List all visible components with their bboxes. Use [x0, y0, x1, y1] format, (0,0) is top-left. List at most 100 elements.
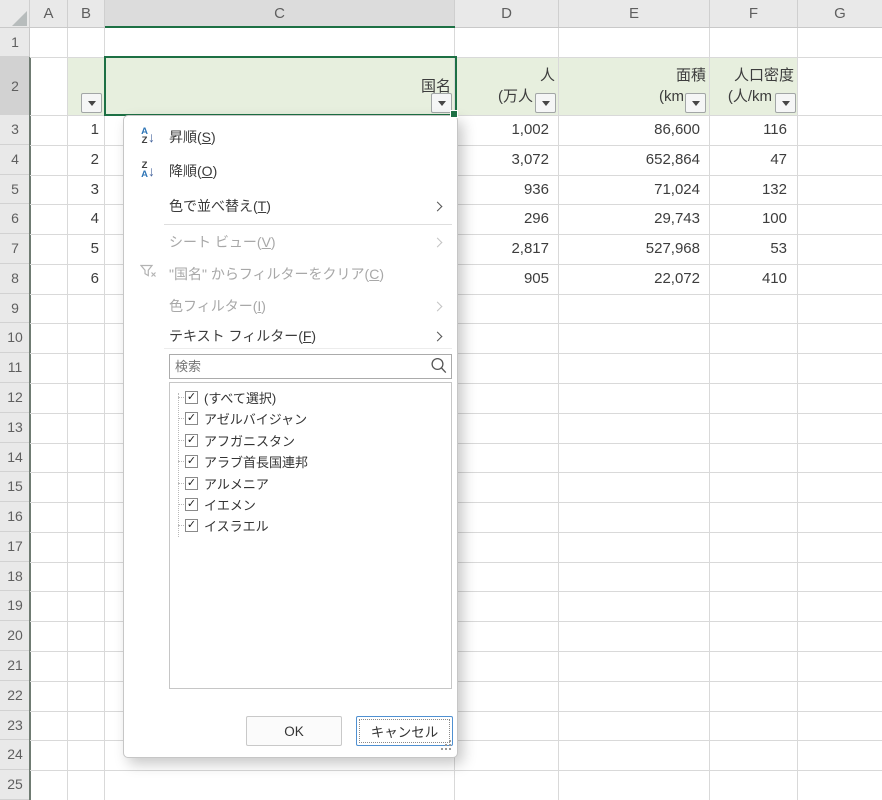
- cell-f-row5[interactable]: 132: [710, 175, 798, 205]
- cell-d-row5[interactable]: 936: [455, 175, 559, 205]
- cell-no-row5[interactable]: 3: [68, 175, 105, 205]
- column-header-e[interactable]: E: [559, 0, 710, 28]
- cell-e-row8[interactable]: 22,072: [559, 264, 710, 294]
- filter-button-density[interactable]: [775, 93, 796, 113]
- fill-handle[interactable]: [450, 110, 458, 118]
- cell-no-row7[interactable]: 5: [68, 234, 105, 264]
- cell-f-row7[interactable]: 53: [710, 234, 798, 264]
- cell-d-row6[interactable]: 296: [455, 204, 559, 234]
- row-header-21[interactable]: 21: [0, 651, 30, 681]
- menu-item-color-filter: 色フィルター(I): [124, 292, 457, 320]
- tree-dash: [178, 440, 184, 441]
- row-header-15[interactable]: 15: [0, 472, 30, 502]
- filter-checkbox-item-2[interactable]: ✓ アフガニスタン: [170, 430, 451, 451]
- row-header-2[interactable]: 2: [0, 57, 30, 115]
- row-header-16[interactable]: 16: [0, 502, 30, 532]
- menu-item-clear-filter: "国名" からフィルターをクリア(C): [124, 260, 457, 288]
- cell-d-row4[interactable]: 3,072: [455, 145, 559, 175]
- menu-item-text-filter[interactable]: テキスト フィルター(F): [124, 322, 457, 350]
- checkbox-checked-icon[interactable]: ✓: [185, 519, 198, 532]
- dropdown-arrow-icon: [692, 101, 700, 106]
- filter-checkbox-item-4[interactable]: ✓ アルメニア: [170, 473, 451, 494]
- gutter-edge-dark: [29, 57, 31, 800]
- row-header-4[interactable]: 4: [0, 145, 30, 175]
- filter-checkbox-item-5[interactable]: ✓イエメン: [170, 494, 451, 515]
- row-header-22[interactable]: 22: [0, 681, 30, 711]
- column-header-a[interactable]: A: [30, 0, 68, 28]
- filter-checkbox-item-0[interactable]: ✓(すべて選択): [170, 387, 451, 408]
- checkbox-label: アラブ首長国連邦: [204, 452, 308, 471]
- row-header-20[interactable]: 20: [0, 621, 30, 651]
- cell-d-row7[interactable]: 2,817: [455, 234, 559, 264]
- column-header-f[interactable]: F: [710, 0, 798, 28]
- tree-dash: [178, 483, 184, 484]
- search-input[interactable]: [169, 354, 452, 379]
- filter-button-no[interactable]: [81, 93, 102, 113]
- filter-checkbox-item-3[interactable]: ✓ アラブ首長国連邦: [170, 451, 451, 472]
- filter-value-list: ✓(すべて選択)✓アゼルバイジャン✓アフガニスタン✓アラブ首長国連邦✓アルメニア…: [169, 382, 452, 689]
- cell-no-row8[interactable]: 6: [68, 264, 105, 294]
- menu-item-sort-ascending[interactable]: AZ↓ 昇順(S): [124, 122, 457, 152]
- select-all-corner[interactable]: [0, 0, 30, 28]
- checkbox-label: アフガニスタン: [204, 431, 295, 450]
- cell-e-row4[interactable]: 652,864: [559, 145, 710, 175]
- resize-grip[interactable]: [440, 740, 452, 752]
- checkbox-label: アルメニア: [204, 474, 269, 493]
- row-header-13[interactable]: 13: [0, 413, 30, 443]
- checkbox-checked-icon[interactable]: ✓: [185, 412, 198, 425]
- row-header-25[interactable]: 25: [0, 770, 30, 800]
- row-header-24[interactable]: 24: [0, 740, 30, 770]
- filter-button-population[interactable]: [535, 93, 556, 113]
- submenu-chevron-icon: [433, 201, 443, 211]
- cell-e-row3[interactable]: 86,600: [559, 115, 710, 145]
- column-header-c[interactable]: C: [105, 0, 455, 28]
- row-header-11[interactable]: 11: [0, 353, 30, 383]
- row-header-9[interactable]: 9: [0, 294, 30, 324]
- row-header-7[interactable]: 7: [0, 234, 30, 264]
- checkbox-checked-icon[interactable]: ✓: [185, 477, 198, 490]
- checkbox-checked-icon[interactable]: ✓: [185, 434, 198, 447]
- cell-e-row5[interactable]: 71,024: [559, 175, 710, 205]
- cell-f-row3[interactable]: 116: [710, 115, 798, 145]
- cell-f-row4[interactable]: 47: [710, 145, 798, 175]
- cell-no-row4[interactable]: 2: [68, 145, 105, 175]
- row-header-5[interactable]: 5: [0, 175, 30, 205]
- active-cell-border: [104, 56, 457, 116]
- row-header-18[interactable]: 18: [0, 562, 30, 592]
- cell-f-row8[interactable]: 410: [710, 264, 798, 294]
- tree-dash: [178, 504, 184, 505]
- cell-d-row8[interactable]: 905: [455, 264, 559, 294]
- row-header-19[interactable]: 19: [0, 591, 30, 621]
- filter-checkbox-item-6[interactable]: ✓イスラエル: [170, 515, 451, 536]
- cell-d-row3[interactable]: 1,002: [455, 115, 559, 145]
- ok-button[interactable]: OK: [246, 716, 342, 746]
- menu-item-sort-descending[interactable]: ZA↓ 降順(O): [124, 156, 457, 186]
- cancel-button[interactable]: キャンセル: [356, 716, 453, 746]
- excel-worksheet: A B C D E F G 12345678910111213141516171…: [0, 0, 882, 800]
- checkbox-checked-icon[interactable]: ✓: [185, 498, 198, 511]
- submenu-chevron-icon: [433, 301, 443, 311]
- cell-no-row6[interactable]: 4: [68, 204, 105, 234]
- checkbox-checked-icon[interactable]: ✓: [185, 455, 198, 468]
- row-header-10[interactable]: 10: [0, 323, 30, 353]
- row-header-6[interactable]: 6: [0, 204, 30, 234]
- row-header-14[interactable]: 14: [0, 443, 30, 473]
- row-header-23[interactable]: 23: [0, 711, 30, 741]
- filter-checkbox-item-1[interactable]: ✓アゼルバイジャン: [170, 408, 451, 429]
- row-header-1[interactable]: 1: [0, 28, 30, 57]
- checkbox-checked-icon[interactable]: ✓: [185, 391, 198, 404]
- column-header-b[interactable]: B: [68, 0, 105, 28]
- clear-filter-funnel-icon: [134, 264, 162, 284]
- cell-e-row6[interactable]: 29,743: [559, 204, 710, 234]
- row-header-8[interactable]: 8: [0, 264, 30, 294]
- column-header-g[interactable]: G: [798, 0, 882, 28]
- filter-button-area[interactable]: [685, 93, 706, 113]
- menu-item-sort-by-color[interactable]: 色で並べ替え(T): [124, 192, 457, 220]
- cell-no-row3[interactable]: 1: [68, 115, 105, 145]
- cell-f-row6[interactable]: 100: [710, 204, 798, 234]
- row-header-17[interactable]: 17: [0, 532, 30, 562]
- row-header-12[interactable]: 12: [0, 383, 30, 413]
- cell-e-row7[interactable]: 527,968: [559, 234, 710, 264]
- row-header-3[interactable]: 3: [0, 115, 30, 145]
- column-header-d[interactable]: D: [455, 0, 559, 28]
